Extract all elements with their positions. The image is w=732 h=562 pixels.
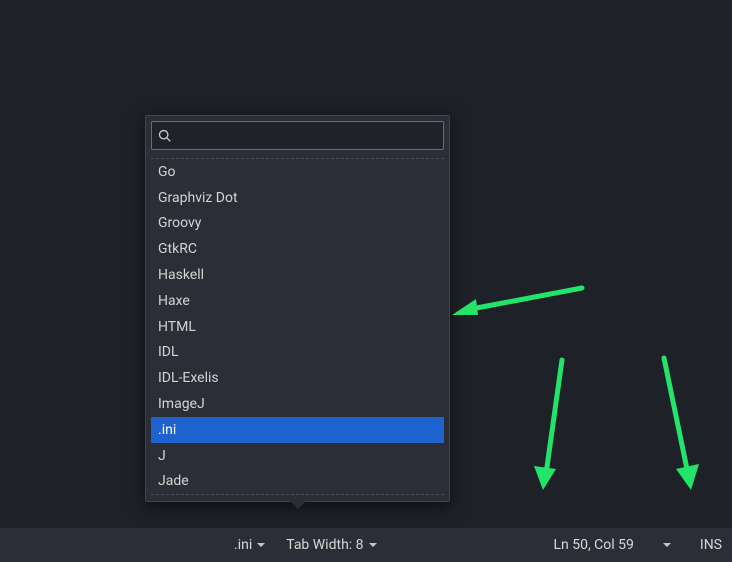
language-option-label: J bbox=[158, 448, 166, 464]
annotation-arrow bbox=[528, 356, 578, 500]
language-option[interactable]: .ini bbox=[151, 417, 444, 443]
language-option-label: Graphviz Dot bbox=[158, 190, 238, 206]
language-option[interactable]: HTML bbox=[151, 314, 444, 340]
language-option-label: Haxe bbox=[158, 293, 190, 309]
language-option-label: Groovy bbox=[158, 215, 201, 231]
language-option[interactable]: Go bbox=[151, 159, 444, 185]
search-icon bbox=[158, 129, 172, 143]
language-option-label: .ini bbox=[158, 422, 176, 438]
chevron-down-icon bbox=[368, 540, 378, 550]
language-option[interactable]: Groovy bbox=[151, 211, 444, 237]
cursor-position[interactable]: Ln 50, Col 59 bbox=[543, 528, 643, 562]
language-option-label: Jade bbox=[158, 473, 189, 489]
language-option[interactable]: Jade bbox=[151, 469, 444, 495]
language-option[interactable]: J bbox=[151, 443, 444, 469]
language-option-label: IDL bbox=[158, 344, 179, 360]
language-option-label: ImageJ bbox=[158, 396, 205, 412]
language-option[interactable]: Haxe bbox=[151, 288, 444, 314]
search-input[interactable] bbox=[178, 121, 437, 150]
language-option[interactable]: Graphviz Dot bbox=[151, 185, 444, 211]
language-label: .ini bbox=[234, 537, 252, 553]
tab-width-selector[interactable]: Tab Width: 8 bbox=[276, 528, 387, 562]
insert-mode-toggle[interactable]: INS bbox=[690, 528, 732, 562]
language-option-label: IDL-Exelis bbox=[158, 370, 219, 386]
annotation-arrow bbox=[452, 282, 592, 326]
insert-mode-label: INS bbox=[700, 537, 722, 553]
chevron-down-icon bbox=[256, 540, 266, 550]
cursor-position-label: Ln 50, Col 59 bbox=[553, 537, 633, 553]
tab-width-label: Tab Width: 8 bbox=[286, 537, 363, 553]
language-option[interactable]: GtkRC bbox=[151, 236, 444, 262]
status-bar: .ini Tab Width: 8 Ln 50, Col 59 INS bbox=[0, 528, 732, 562]
language-list: Go Graphviz Dot Groovy GtkRC Haskell Haxe HTML… bbox=[151, 158, 444, 495]
language-option[interactable]: Haskell bbox=[151, 262, 444, 288]
language-option-label: Go bbox=[158, 164, 176, 180]
language-option-label: HTML bbox=[158, 319, 196, 335]
annotation-arrow bbox=[648, 356, 708, 500]
chevron-down-icon bbox=[662, 540, 672, 550]
language-option-label: Haskell bbox=[158, 267, 204, 283]
language-option[interactable]: IDL-Exelis bbox=[151, 365, 444, 391]
language-popover: Go Graphviz Dot Groovy GtkRC Haskell Haxe HTML… bbox=[145, 115, 450, 502]
language-option-label: GtkRC bbox=[158, 241, 197, 257]
status-dropdown[interactable] bbox=[644, 528, 690, 562]
popover-search[interactable] bbox=[151, 121, 444, 150]
language-selector[interactable]: .ini bbox=[224, 528, 276, 562]
language-option[interactable]: ImageJ bbox=[151, 391, 444, 417]
language-option[interactable]: IDL bbox=[151, 340, 444, 366]
